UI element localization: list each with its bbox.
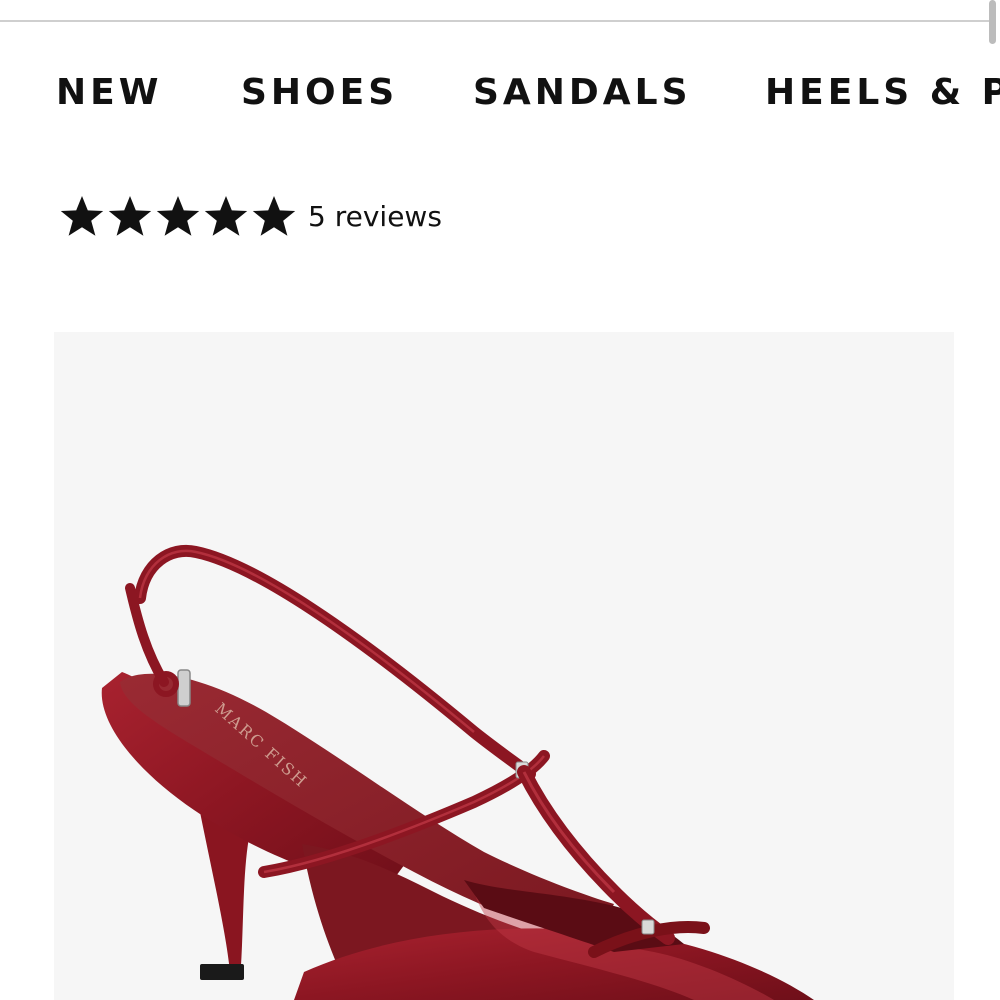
product-rating[interactable]: 5 reviews (58, 192, 442, 240)
nav-item-heels-and-pumps[interactable]: HEELS & P (765, 70, 1000, 116)
star-icon (60, 196, 104, 236)
category-nav: NEW SHOES SANDALS HEELS & P (56, 70, 1000, 116)
scrollbar-thumb[interactable] (989, 0, 996, 44)
star-icon (108, 196, 152, 236)
product-image[interactable]: MARC FISH (54, 332, 954, 1000)
nav-item-new[interactable]: NEW (56, 70, 162, 116)
star-icon (252, 196, 296, 236)
reviews-count-link[interactable]: 5 reviews (308, 200, 442, 233)
star-icon (156, 196, 200, 236)
star-rating (58, 194, 298, 238)
slingback-heel-icon: MARC FISH (101, 544, 814, 1000)
nav-item-sandals[interactable]: SANDALS (473, 70, 692, 116)
top-divider (0, 20, 990, 22)
star-icon (204, 196, 248, 236)
nav-item-shoes[interactable]: SHOES (241, 70, 398, 116)
